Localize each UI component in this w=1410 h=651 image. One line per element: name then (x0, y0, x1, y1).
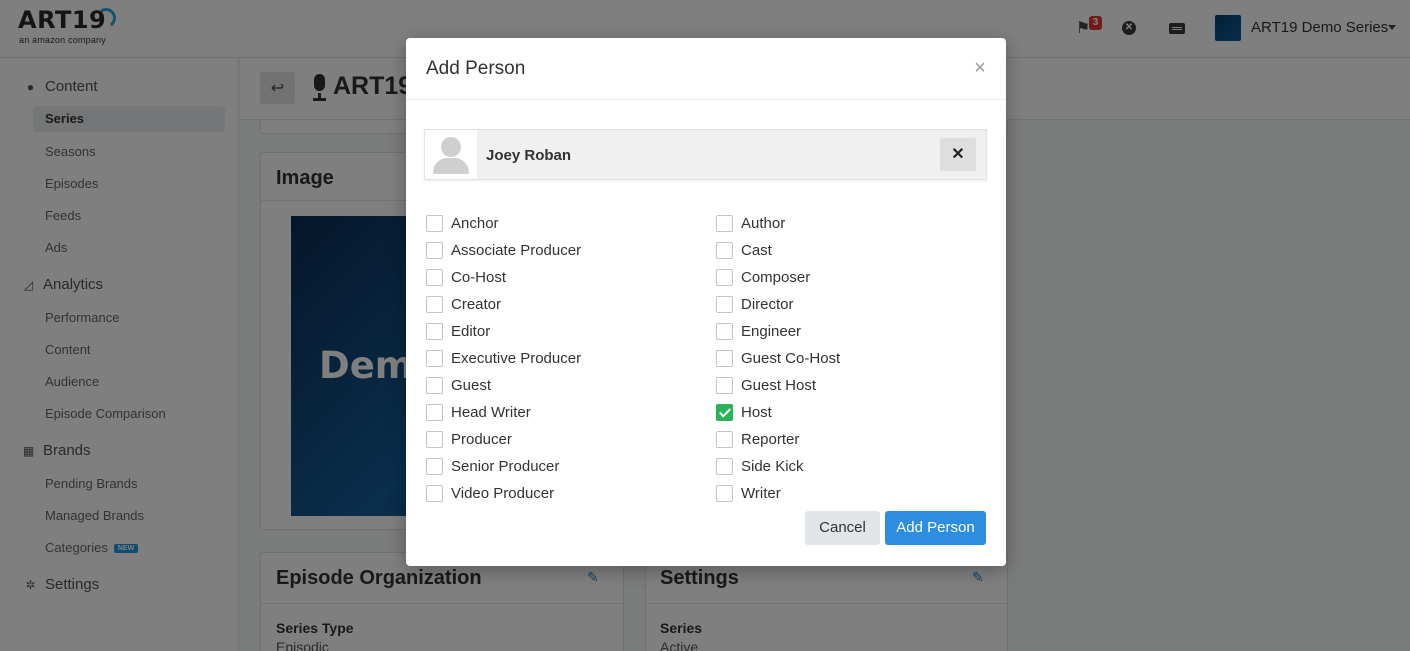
role-label: Cast (741, 241, 772, 259)
role-option-author[interactable]: Author (716, 213, 785, 233)
role-checkbox-side-kick[interactable] (716, 457, 733, 475)
role-label: Reporter (741, 430, 800, 448)
role-label: Composer (741, 268, 811, 286)
role-label: Co-Host (451, 268, 507, 286)
remove-person-button[interactable]: ✕ (940, 138, 976, 171)
role-checkbox-executive-producer[interactable] (426, 349, 443, 367)
role-label: Video Producer (451, 484, 555, 502)
role-option-executive-producer[interactable]: Executive Producer (426, 348, 581, 368)
role-checkbox-senior-producer[interactable] (426, 457, 443, 475)
role-label: Host (741, 403, 772, 421)
role-checkbox-co-host[interactable] (426, 268, 443, 286)
role-checkbox-editor[interactable] (426, 322, 443, 340)
selected-person: Joey Roban ✕ (424, 129, 987, 180)
role-label: Creator (451, 295, 502, 313)
avatar (425, 130, 477, 179)
role-label: Writer (741, 484, 781, 502)
role-checkbox-anchor[interactable] (426, 214, 443, 232)
role-option-creator[interactable]: Creator (426, 294, 501, 314)
role-label: Anchor (451, 214, 499, 232)
role-option-director[interactable]: Director (716, 294, 794, 314)
role-label: Guest Co-Host (741, 349, 841, 367)
avatar-placeholder-icon (441, 137, 461, 157)
add-person-button[interactable]: Add Person (885, 511, 986, 545)
role-checkbox-cast[interactable] (716, 241, 733, 259)
role-option-guest-host[interactable]: Guest Host (716, 375, 816, 395)
role-checkbox-composer[interactable] (716, 268, 733, 286)
role-checkbox-director[interactable] (716, 295, 733, 313)
role-label: Executive Producer (451, 349, 582, 367)
role-checkbox-reporter[interactable] (716, 430, 733, 448)
role-option-anchor[interactable]: Anchor (426, 213, 499, 233)
close-icon[interactable]: × (972, 57, 988, 79)
modal-header: Add Person × (406, 38, 1006, 100)
role-option-producer[interactable]: Producer (426, 429, 512, 449)
role-option-reporter[interactable]: Reporter (716, 429, 799, 449)
role-checkbox-guest-host[interactable] (716, 376, 733, 394)
role-option-host[interactable]: Host (716, 402, 772, 422)
role-checkbox-creator[interactable] (426, 295, 443, 313)
add-person-modal: Add Person × Joey Roban ✕ Anchor Associat… (406, 38, 1006, 566)
role-checkbox-head-writer[interactable] (426, 403, 443, 421)
avatar-body (433, 158, 469, 174)
role-option-side-kick[interactable]: Side Kick (716, 456, 804, 476)
modal-title: Add Person (426, 58, 526, 79)
role-checkbox-engineer[interactable] (716, 322, 733, 340)
role-option-guest[interactable]: Guest (426, 375, 491, 395)
role-checkbox-guest[interactable] (426, 376, 443, 394)
role-option-head-writer[interactable]: Head Writer (426, 402, 531, 422)
role-option-composer[interactable]: Composer (716, 267, 810, 287)
role-label: Associate Producer (451, 241, 582, 259)
role-label: Author (741, 214, 786, 232)
role-label: Guest Host (741, 376, 817, 394)
role-label: Producer (451, 430, 512, 448)
role-option-associate-producer[interactable]: Associate Producer (426, 240, 581, 260)
role-option-video-producer[interactable]: Video Producer (426, 483, 554, 503)
role-option-senior-producer[interactable]: Senior Producer (426, 456, 559, 476)
role-checkbox-guest-co-host[interactable] (716, 349, 733, 367)
role-checkbox-author[interactable] (716, 214, 733, 232)
role-label: Editor (451, 322, 491, 340)
person-name: Joey Roban (486, 147, 572, 164)
role-option-writer[interactable]: Writer (716, 483, 781, 503)
role-label: Side Kick (741, 457, 804, 475)
role-label: Director (741, 295, 794, 313)
role-option-co-host[interactable]: Co-Host (426, 267, 506, 287)
role-label: Senior Producer (451, 457, 560, 475)
role-option-engineer[interactable]: Engineer (716, 321, 801, 341)
role-checkbox-associate-producer[interactable] (426, 241, 443, 259)
role-checkbox-producer[interactable] (426, 430, 443, 448)
role-option-guest-co-host[interactable]: Guest Co-Host (716, 348, 840, 368)
role-label: Head Writer (451, 403, 531, 421)
role-checkbox-writer[interactable] (716, 484, 733, 502)
role-checkbox-list: Anchor Associate Producer Co-Host Creator Ed… (426, 213, 986, 502)
role-option-cast[interactable]: Cast (716, 240, 772, 260)
role-label: Guest (451, 376, 492, 394)
role-checkbox-video-producer[interactable] (426, 484, 443, 502)
role-option-editor[interactable]: Editor (426, 321, 490, 341)
role-checkbox-host[interactable] (716, 403, 733, 421)
cancel-button[interactable]: Cancel (805, 511, 880, 545)
role-label: Engineer (741, 322, 802, 340)
